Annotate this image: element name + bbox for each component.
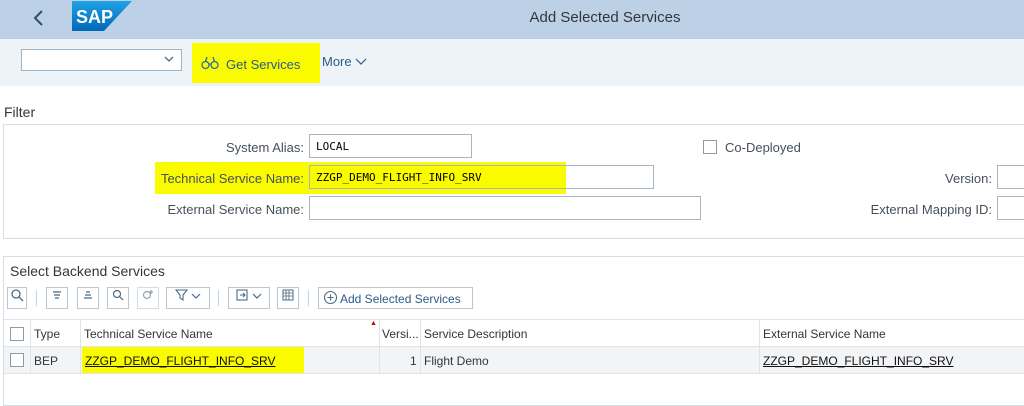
sort-descending-icon: [84, 291, 92, 299]
tech-service-label: Technical Service Name:: [160, 171, 304, 186]
add-selected-services-label: Add Selected Services: [340, 292, 461, 306]
column-header-service-description[interactable]: Service Description: [424, 327, 527, 341]
magnifier-detail-icon: [11, 289, 24, 302]
column-header-version[interactable]: Versi...: [382, 327, 419, 341]
row-select-checkbox[interactable]: [10, 353, 24, 367]
chevron-down-icon: [163, 53, 175, 68]
find-next-button[interactable]: [137, 287, 159, 309]
sort-indicator-icon: ▲: [370, 320, 377, 327]
grid-icon: [282, 289, 294, 301]
external-mapping-label: External Mapping ID:: [870, 202, 992, 217]
external-mapping-input[interactable]: [997, 196, 1024, 220]
toolbar-separator: [36, 290, 37, 306]
co-deployed-label: Co-Deployed: [725, 140, 801, 155]
column-divider: [80, 319, 81, 374]
chevron-down-icon: [355, 58, 367, 65]
co-deployed-checkbox[interactable]: [703, 140, 717, 154]
toolbar-separator: [218, 290, 219, 306]
binoculars-icon: [201, 56, 219, 73]
add-circle-icon: [323, 290, 338, 308]
search-icon: [112, 289, 124, 301]
column-header-technical-service-name[interactable]: Technical Service Name: [84, 327, 213, 341]
column-divider: [759, 319, 760, 374]
version-input[interactable]: [997, 165, 1024, 189]
page-title: Add Selected Services: [529, 9, 681, 26]
column-divider: [420, 319, 421, 374]
app-header: SAP Add Selected Services: [0, 0, 1024, 39]
sort-ascending-button[interactable]: [46, 287, 68, 309]
get-services-button[interactable]: Get Services: [192, 43, 320, 83]
table-row[interactable]: BEP ZZGP_DEMO_FLIGHT_INFO_SRV 1 Flight D…: [4, 347, 1024, 374]
cell-type: BEP: [34, 354, 59, 368]
sort-ascending-icon: [53, 291, 61, 299]
layout-button[interactable]: [277, 287, 299, 309]
backend-services-title: Select Backend Services: [10, 263, 165, 279]
find-button[interactable]: [107, 287, 129, 309]
column-divider: [30, 319, 31, 374]
toolbar-dropdown[interactable]: [21, 49, 182, 71]
cell-external-service-name-link[interactable]: ZZGP_DEMO_FLIGHT_INFO_SRV: [763, 354, 953, 368]
external-service-input[interactable]: [309, 196, 701, 220]
search-next-icon: [142, 290, 153, 300]
system-alias-input[interactable]: LOCAL: [309, 134, 472, 158]
toolbar-separator: [308, 290, 309, 306]
column-divider: [379, 319, 380, 374]
select-all-checkbox[interactable]: [10, 327, 24, 341]
cell-version: 1: [410, 354, 417, 368]
cell-service-description: Flight Demo: [424, 354, 489, 368]
table-header: Type Technical Service Name Versi... Ser…: [4, 319, 1024, 347]
export-button[interactable]: [228, 287, 270, 309]
filter-section-label: Filter: [4, 104, 36, 120]
sort-descending-button[interactable]: [77, 287, 99, 309]
export-icon: [236, 289, 248, 301]
chevron-down-icon: [191, 293, 201, 299]
get-services-label: Get Services: [226, 57, 301, 72]
version-label: Version:: [945, 171, 992, 186]
column-header-external-service-name[interactable]: External Service Name: [763, 327, 886, 341]
column-header-type[interactable]: Type: [34, 327, 60, 341]
chevron-down-icon: [252, 293, 262, 299]
filter-icon: [174, 289, 189, 302]
cell-technical-service-name-link[interactable]: ZZGP_DEMO_FLIGHT_INFO_SRV: [85, 354, 275, 368]
more-label: More: [322, 54, 352, 69]
more-menu[interactable]: More: [322, 54, 367, 69]
add-selected-services-button[interactable]: Add Selected Services: [318, 287, 473, 309]
details-button[interactable]: [7, 287, 27, 309]
toolbar: Get Services More: [0, 39, 1024, 86]
tech-service-input-tail: [566, 166, 653, 188]
system-alias-label: System Alias:: [225, 140, 304, 155]
filter-button[interactable]: [166, 287, 210, 309]
external-service-label: External Service Name:: [167, 202, 304, 217]
